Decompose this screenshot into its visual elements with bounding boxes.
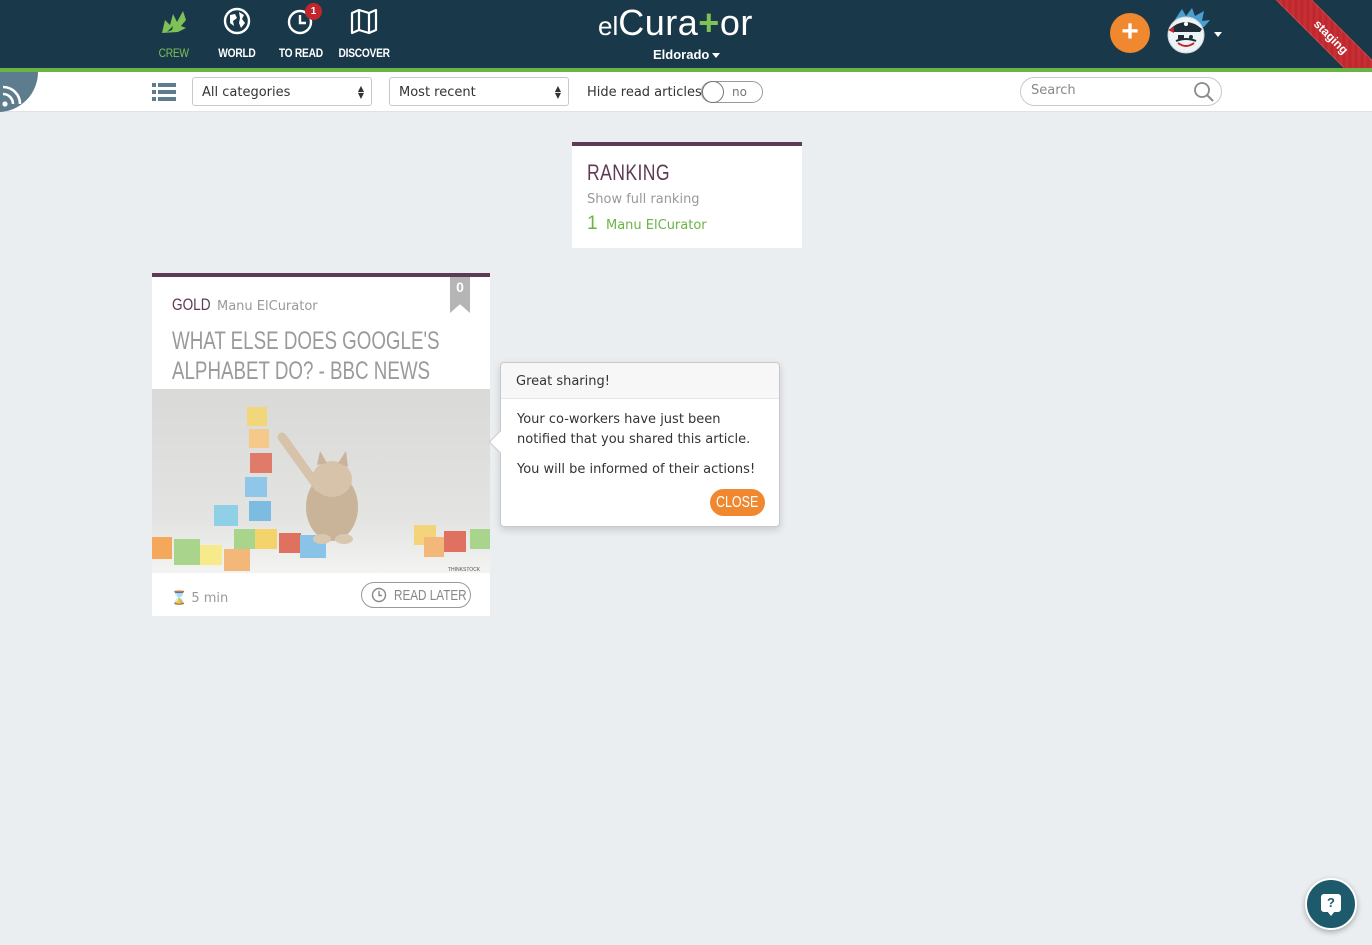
read-later-label: READ LATER: [394, 587, 467, 604]
nav-discover-label: DISCOVER: [338, 46, 390, 60]
rss-icon: [2, 85, 22, 107]
popover-followup: You will be informed of their actions!: [517, 462, 756, 477]
close-label: CLOSE: [716, 494, 759, 511]
hourglass-icon: ⌛: [171, 591, 188, 606]
reading-duration: ⌛ 5 min: [171, 591, 228, 606]
hide-read-toggle[interactable]: no: [701, 81, 763, 103]
share-confirmation-popover: Great sharing! Your co-workers have just…: [488, 362, 780, 527]
ranking-card: RANKING Show full ranking 1 Manu ElCurat…: [572, 142, 802, 248]
crew-icon: [159, 6, 189, 36]
image-watermark: THINKSTOCK: [448, 567, 481, 573]
workspace-selector[interactable]: Eldorado: [653, 47, 721, 62]
popover-arrow: [488, 430, 512, 454]
clock-icon: [371, 587, 387, 603]
search-box[interactable]: [1020, 77, 1222, 106]
filter-toolbar: All categories ▲ ▼ Most recent ▲ ▼ Hide re…: [0, 72, 1372, 112]
ranking-position: 1: [587, 213, 598, 234]
logo-plus: +: [698, 2, 720, 43]
nav-crew[interactable]: CREW: [142, 0, 206, 60]
logo-suffix: or: [719, 2, 753, 43]
select-arrows-icon: ▲ ▼: [357, 84, 364, 100]
account-menu-chevron-icon[interactable]: [1214, 32, 1222, 37]
chevron-down-icon: [712, 53, 721, 59]
logo-prefix: el: [598, 11, 619, 41]
help-icon: ?: [1321, 894, 1341, 912]
nav-world[interactable]: WORLD: [205, 0, 269, 60]
category-select[interactable]: All categories ▲ ▼: [192, 77, 372, 106]
help-bubble-tail: [1327, 911, 1335, 916]
ranking-user-link[interactable]: Manu ElCurator: [606, 218, 707, 233]
map-icon: [349, 6, 379, 36]
article-title[interactable]: What else does Google's Alphabet do? - B…: [172, 326, 442, 386]
add-article-button[interactable]: +: [1110, 13, 1150, 53]
staging-ribbon: staging: [1261, 0, 1372, 68]
nav-discover[interactable]: DISCOVER: [332, 0, 396, 60]
article-card[interactable]: GOLD Manu ElCurator 0 What else does Goo…: [152, 273, 490, 616]
article-category[interactable]: GOLD: [172, 295, 211, 315]
help-chat-button[interactable]: ?: [1305, 878, 1357, 930]
top-navigation-bar: CREW WORLD 1 TO READ DISCOVER elCura+or …: [0, 0, 1372, 68]
bookmark-count-badge: 0: [450, 277, 470, 313]
list-view-icon[interactable]: [152, 82, 176, 102]
search-icon[interactable]: [1193, 81, 1215, 103]
workspace-name: Eldorado: [653, 47, 710, 62]
popover-message: Your co-workers have just been notified …: [517, 412, 751, 447]
show-full-ranking-link[interactable]: Show full ranking: [587, 192, 700, 207]
article-author[interactable]: Manu ElCurator: [217, 299, 318, 314]
sort-select[interactable]: Most recent ▲ ▼: [389, 77, 569, 106]
to-read-count-badge: 1: [305, 3, 322, 20]
ranking-title: RANKING: [587, 160, 670, 185]
popover-close-button[interactable]: CLOSE: [710, 489, 765, 516]
toggle-state: no: [732, 85, 747, 99]
select-arrows-icon: ▲ ▼: [554, 84, 561, 100]
sort-select-value: Most recent: [399, 85, 476, 100]
search-input[interactable]: [1031, 83, 1181, 98]
nav-to-read[interactable]: 1 TO READ: [269, 0, 333, 60]
nav-to-read-label: TO READ: [279, 46, 323, 60]
category-select-value: All categories: [202, 85, 291, 100]
article-thumbnail[interactable]: THINKSTOCK: [152, 389, 490, 573]
logo-cura: Cura: [618, 2, 699, 43]
user-avatar[interactable]: [1160, 7, 1210, 55]
clock-icon: 1: [286, 3, 322, 36]
nav-crew-label: CREW: [158, 46, 190, 60]
rss-feed-button[interactable]: [0, 72, 38, 112]
read-later-button[interactable]: READ LATER: [361, 582, 471, 608]
nav-world-label: WORLD: [218, 46, 256, 60]
elcurator-logo[interactable]: elCura+or: [598, 2, 753, 44]
globe-icon: [222, 6, 252, 36]
popover-title: Great sharing!: [501, 363, 779, 399]
toggle-knob: [702, 81, 724, 103]
reading-duration-value: 5 min: [191, 591, 229, 606]
hide-read-label: Hide read articles: [587, 85, 702, 100]
